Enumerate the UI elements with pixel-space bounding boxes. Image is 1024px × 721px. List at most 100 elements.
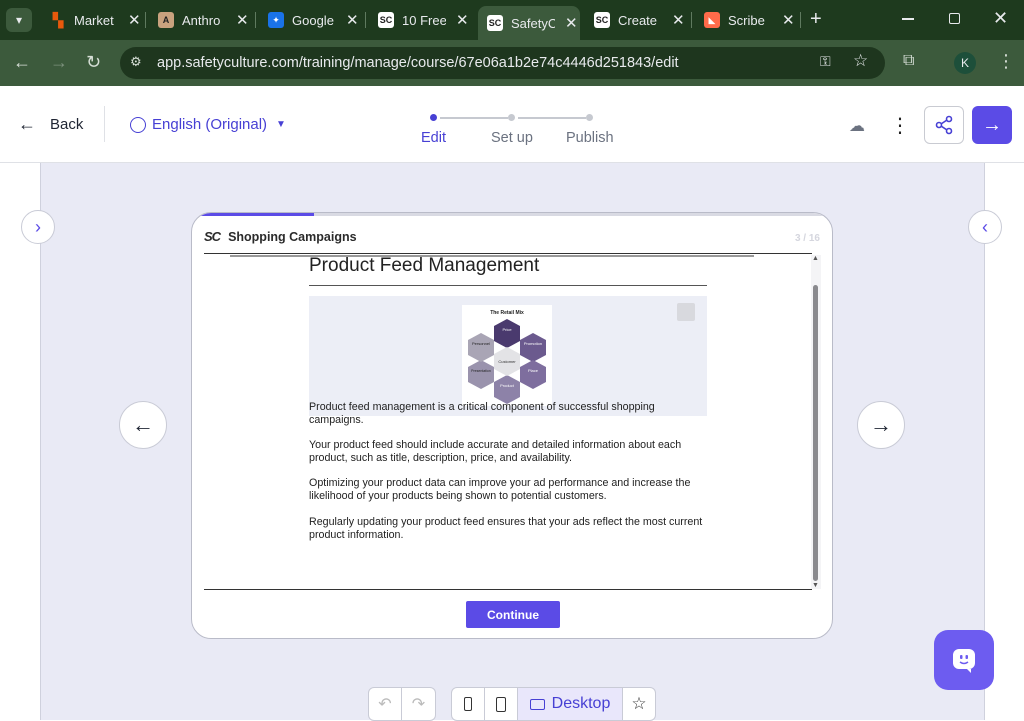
slide-paragraph: Optimizing your product data can improve… [309,477,691,502]
bookmark-star-icon[interactable]: ☆ [853,51,868,71]
tablet-view-button[interactable] [485,687,518,721]
tab-google[interactable]: ✦ Google ✕ [268,6,359,34]
tab-title: Market [74,12,114,28]
redo-button[interactable]: ↷ [402,687,436,721]
arrow-left-icon: ← [18,114,36,134]
editor-header: ← Back English (Original) ▼ Edit Set up … [0,86,1024,163]
new-tab-button[interactable]: + [810,8,822,31]
phone-view-button[interactable] [451,687,485,721]
step-edit[interactable]: Edit [421,130,446,146]
arrow-right-icon: → [870,412,892,437]
tab-title: Google [292,12,334,28]
back-icon[interactable]: ← [13,52,31,73]
close-icon[interactable]: ✕ [782,11,795,29]
tablet-icon [496,696,506,712]
tab-title: 10 Free [402,12,446,28]
course-header: SC Shopping Campaigns [204,229,357,244]
svg-text:Price: Price [502,327,512,332]
sc-icon: SC [487,15,503,31]
svg-text:Product: Product [500,383,515,388]
language-selector[interactable]: English (Original) ▼ [130,116,286,133]
close-window-icon[interactable]: ✕ [993,8,1008,29]
arrow-left-icon: ← [132,412,154,437]
slide-title: Product Feed Management [309,255,540,276]
expand-right-panel-button[interactable]: ‹ [968,210,1002,244]
reload-icon[interactable]: ↻ [86,52,101,73]
page-counter: 3 / 16 [794,233,820,244]
scribe-icon: ◣ [704,12,720,28]
close-icon[interactable]: ✕ [236,11,249,29]
browser-tab-bar: ▾ ▚ Market ✕ A Anthro ✕ ✦ Google ✕ SC 10… [0,0,1024,40]
sc-icon: SC [378,12,394,28]
chat-bot-icon [953,649,975,673]
course-title: Shopping Campaigns [228,229,357,244]
close-icon[interactable]: ✕ [565,14,578,32]
browser-menu-icon[interactable]: ⋮ [997,51,1015,72]
forward-icon[interactable]: → [50,52,68,73]
expand-left-panel-button[interactable]: › [21,210,55,244]
url-bar[interactable]: ⚙ app.safetyculture.com/training/manage/… [120,47,885,79]
slide-preview: SC Shopping Campaigns 3 / 16 Product Fee… [191,212,833,639]
course-progress-bar [192,213,832,216]
fullscreen-icon[interactable] [677,303,695,321]
chevron-left-icon: ‹ [982,216,988,237]
tab-anthropic[interactable]: A Anthro ✕ [158,6,249,34]
chevron-right-icon: › [35,216,41,237]
phone-icon [464,697,472,711]
back-label: Back [50,116,84,133]
tab-safetyculture[interactable]: SC SafetyC ✕ [478,6,580,40]
address-bar-row: ← → ↻ ⚙ app.safetyculture.com/training/m… [0,40,1024,86]
tab-title: SafetyC [511,15,555,31]
next-slide-button[interactable]: → [857,401,905,449]
arrow-right-icon: → [982,113,1002,136]
restore-icon[interactable] [949,13,960,24]
cloud-sync-icon[interactable]: ☁ [849,116,865,136]
undo-icon: ↶ [378,696,392,713]
share-button[interactable] [924,106,964,144]
continue-button[interactable]: Continue [466,601,560,628]
tab-scribe[interactable]: ◣ Scribe ✕ [704,6,795,34]
more-options-icon[interactable]: ⋮ [890,113,910,138]
next-step-button[interactable]: → [972,106,1012,144]
chat-support-button[interactable] [934,630,994,690]
retail-mix-diagram: The Retail Mix Price Promotion Place Pro… [462,305,552,406]
previous-slide-button[interactable]: ← [119,401,167,449]
globe-icon [130,116,146,133]
profile-avatar[interactable]: K [954,52,976,74]
tab-10-free[interactable]: SC 10 Free ✕ [378,6,469,34]
svg-text:The Retail Mix: The Retail Mix [490,310,524,316]
step-setup[interactable]: Set up [491,130,533,146]
extensions-icon[interactable]: ⧉ [903,52,914,70]
desktop-view-button[interactable]: Desktop [518,687,623,721]
svg-text:Place: Place [528,368,539,373]
sc-logo: SC [204,229,221,244]
tab-title: Scribe [728,12,765,28]
undo-button[interactable]: ↶ [368,687,402,721]
svg-text:Customer: Customer [498,359,516,364]
tab-market[interactable]: ▚ Market ✕ [50,6,141,34]
redo-icon: ↷ [411,696,426,713]
close-icon[interactable]: ✕ [456,11,469,29]
tab-create[interactable]: SC Create ✕ [594,6,685,34]
password-key-icon[interactable]: ⚿ [820,53,831,70]
close-icon[interactable]: ✕ [346,11,359,29]
tab-search-button[interactable]: ▾ [6,8,32,32]
monitor-icon [529,698,545,710]
slide-scrollbar[interactable]: ▲ ▼ [811,255,821,589]
sc-icon: SC [594,12,610,28]
step-publish[interactable]: Publish [566,130,614,146]
slide-paragraph: Regularly updating your product feed ens… [309,516,703,541]
favorite-button[interactable]: ☆ [623,687,656,721]
anthropic-icon: A [158,12,174,28]
site-settings-icon[interactable]: ⚙ [130,54,142,70]
tab-title: Create [618,12,658,28]
back-button[interactable]: ← Back [18,114,83,135]
close-icon[interactable]: ✕ [672,11,685,29]
tab-title: Anthro [182,12,221,28]
desktop-label: Desktop [551,695,611,712]
close-icon[interactable]: ✕ [128,11,141,29]
minimize-icon[interactable] [902,18,914,20]
history-toolbar: ↶ ↷ [368,687,436,721]
language-label: English (Original) [152,116,268,133]
star-icon: ☆ [631,694,647,713]
